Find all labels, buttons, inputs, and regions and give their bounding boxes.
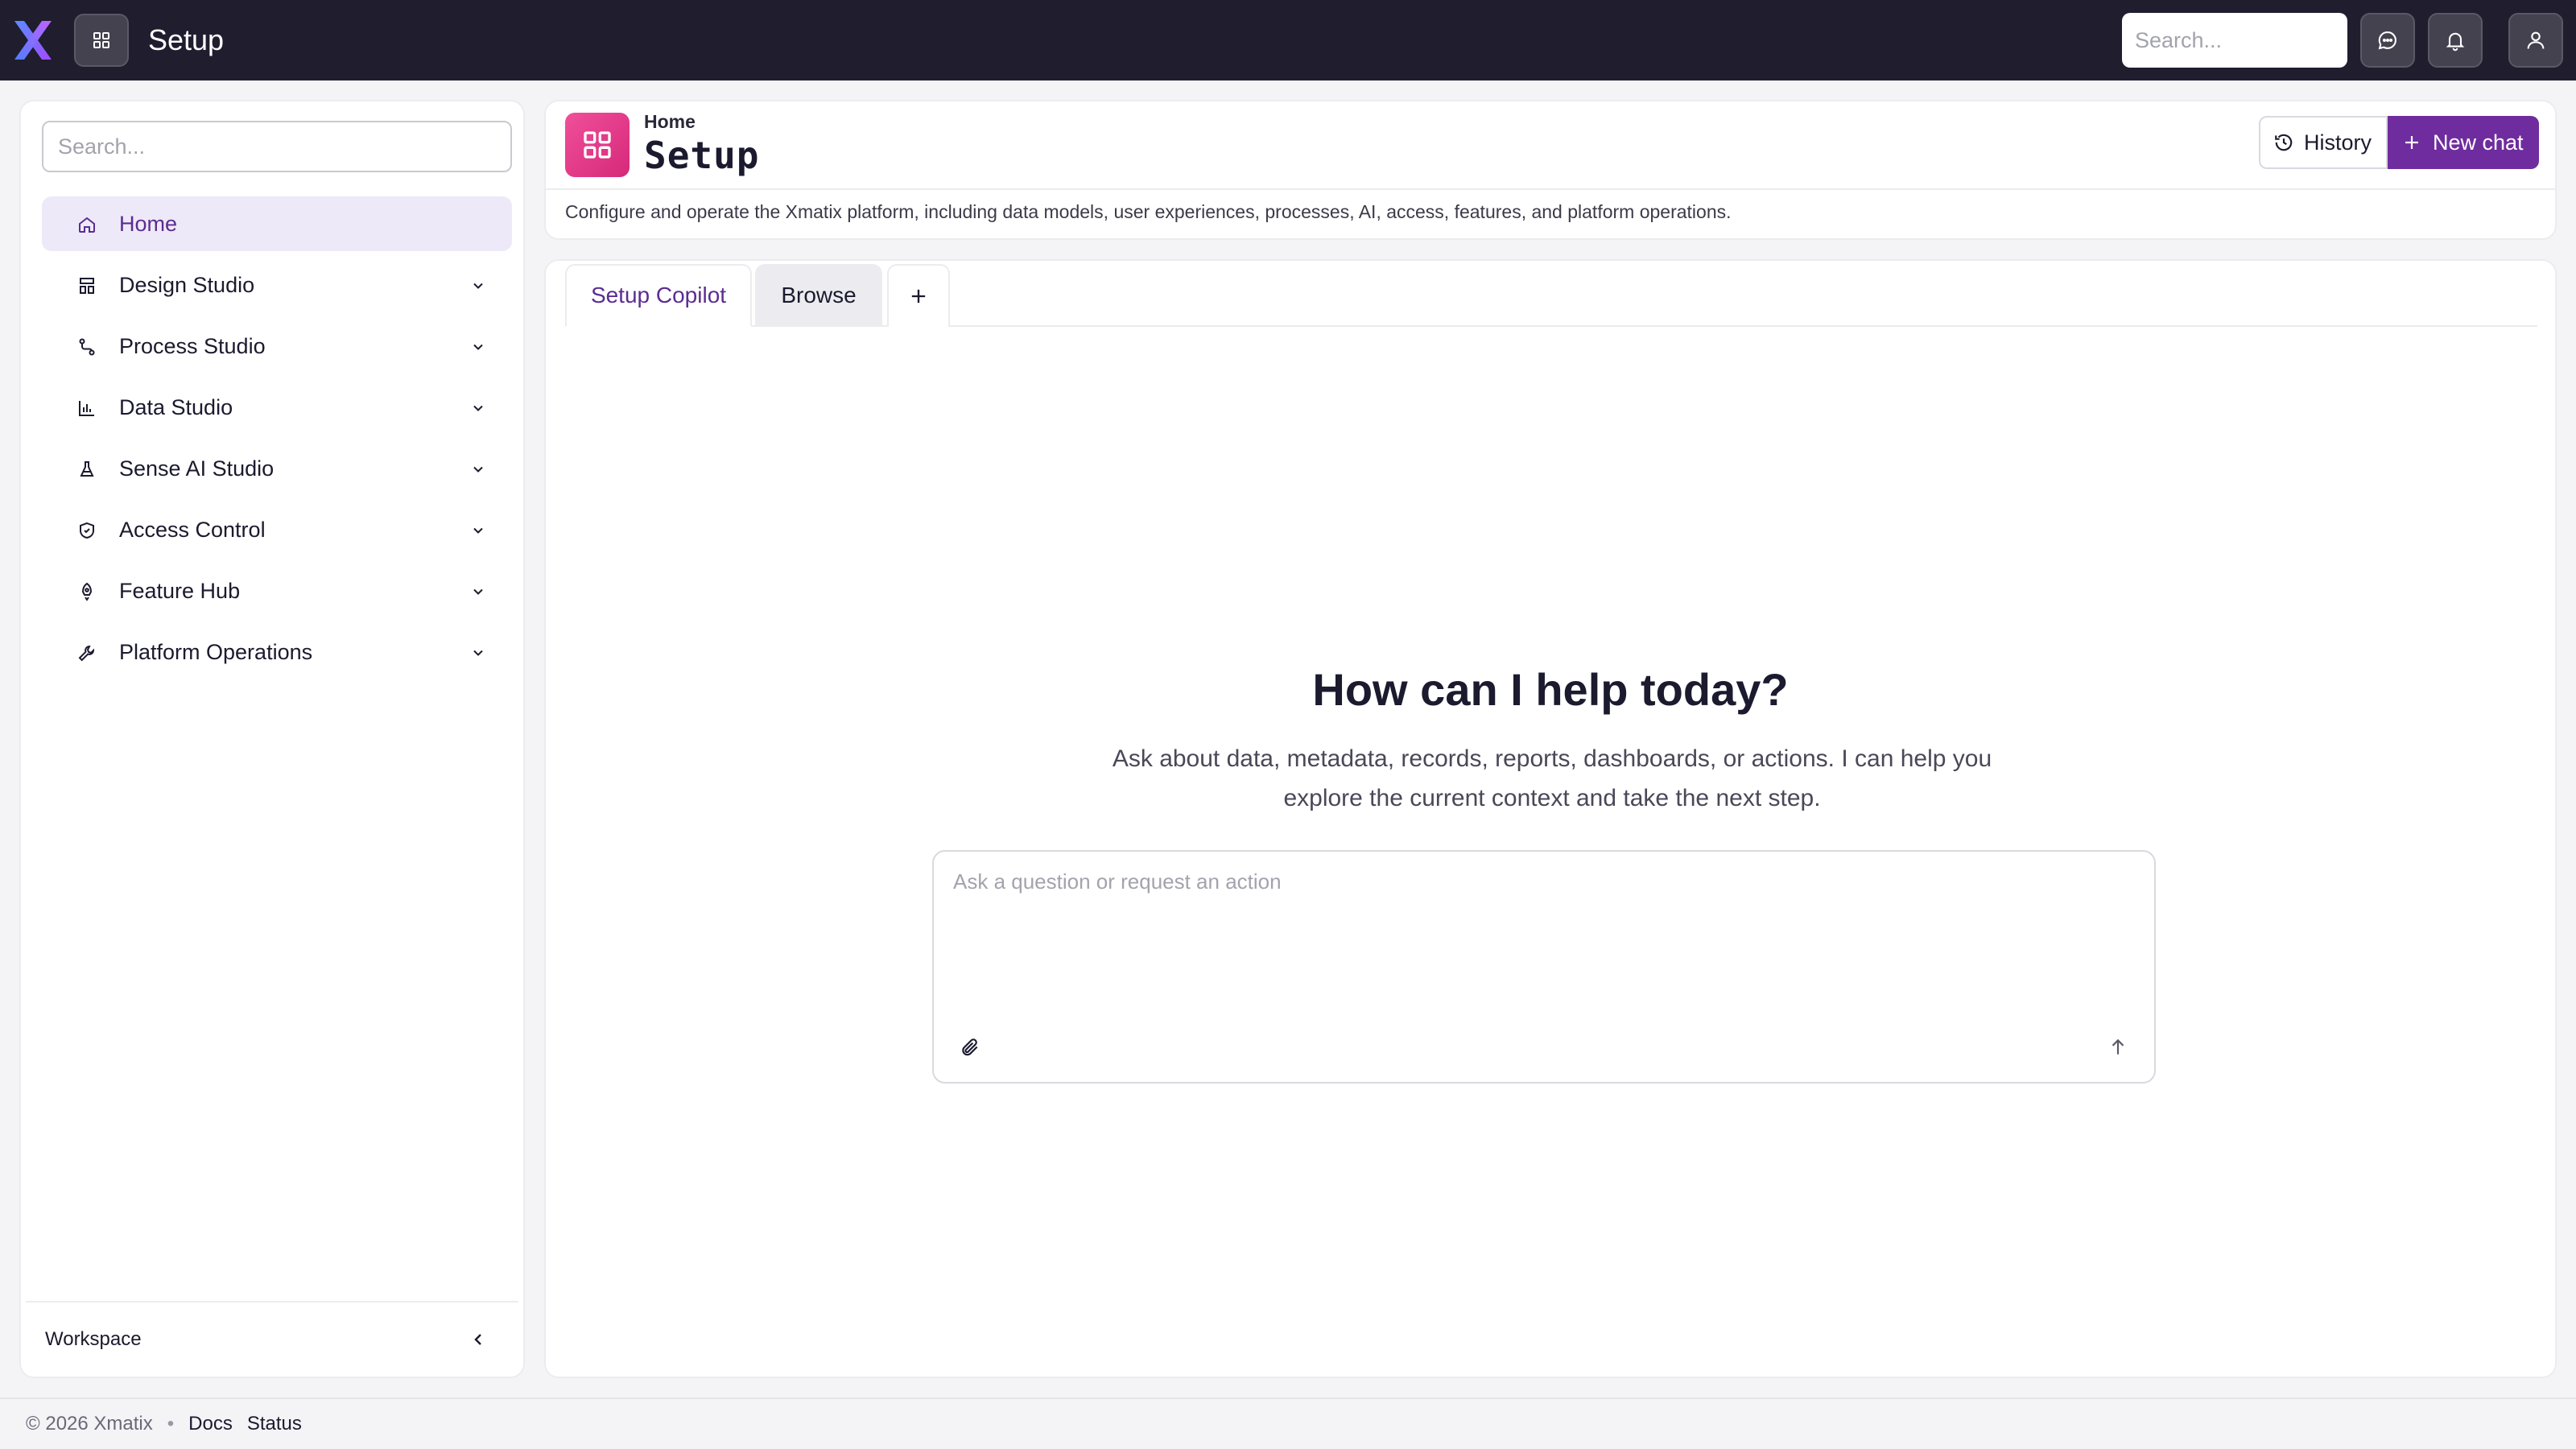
tab-bar: Setup Copilot Browse [565,261,2537,327]
sidebar-item-home[interactable]: Home [42,196,512,251]
sidebar: Home Design Studio Process Studio [19,100,525,1378]
copilot-greeting: How can I help today? [1312,664,1789,715]
global-search-input[interactable] [2122,13,2347,68]
page-description: Configure and operate the Xmatix platfor… [565,201,1732,222]
history-button[interactable]: History [2259,116,2388,169]
chevron-down-icon[interactable] [470,339,486,355]
sidebar-item-feature-hub[interactable]: Feature Hub [42,564,512,618]
chat-composer [932,850,2156,1084]
workspace-label: Workspace [45,1328,142,1350]
bell-icon [2444,29,2467,52]
top-bar: Setup [0,0,2576,80]
sidebar-item-sense-ai-studio[interactable]: Sense AI Studio [42,441,512,496]
profile-button[interactable] [2508,13,2563,68]
bar-chart-icon [77,398,97,418]
page-header: Home Setup History New chat Configure an… [544,100,2557,240]
sidebar-nav: Home Design Studio Process Studio Data S… [42,196,512,686]
shield-icon [77,521,97,540]
process-icon [77,337,97,357]
chevron-down-icon[interactable] [470,400,486,416]
tab-setup-copilot[interactable]: Setup Copilot [565,264,752,327]
new-chat-button[interactable]: New chat [2388,116,2539,169]
history-label: History [2304,130,2372,155]
sidebar-item-design-studio[interactable]: Design Studio [42,258,512,312]
history-icon [2273,132,2294,153]
chevron-down-icon[interactable] [470,584,486,600]
paperclip-icon[interactable] [960,1037,980,1058]
apps-grid-icon [92,31,111,50]
docs-link[interactable]: Docs [188,1413,233,1435]
sidebar-item-label: Design Studio [119,272,255,297]
chevron-down-icon[interactable] [470,278,486,294]
sidebar-item-label: Home [119,211,178,236]
breadcrumb[interactable]: Home [644,111,696,133]
separator-dot: • [167,1413,175,1435]
sidebar-item-access-control[interactable]: Access Control [42,502,512,557]
plus-icon [907,285,930,308]
chevron-down-icon[interactable] [470,645,486,661]
tab-browse[interactable]: Browse [755,264,882,327]
page-footer: © 2026 Xmatix • Docs Status [0,1397,2576,1449]
sidebar-item-label: Process Studio [119,333,266,358]
sidebar-item-label: Feature Hub [119,578,241,603]
status-link[interactable]: Status [247,1413,302,1435]
notifications-button[interactable] [2428,13,2483,68]
apps-menu-button[interactable] [74,14,129,67]
copilot-panel: Setup Copilot Browse How can I help toda… [544,259,2557,1378]
sidebar-item-label: Data Studio [119,394,233,419]
chat-bubble-icon [2376,29,2399,52]
workspace-footer: Workspace [26,1301,518,1377]
wrench-icon [77,643,97,663]
sidebar-item-data-studio[interactable]: Data Studio [42,380,512,435]
home-icon [77,215,97,234]
flask-icon [77,460,97,479]
messages-button[interactable] [2360,13,2415,68]
new-chat-label: New chat [2433,130,2524,155]
rocket-icon [77,582,97,601]
copyright: © 2026 Xmatix [26,1413,153,1435]
page-title: Setup [644,134,760,177]
chat-input[interactable] [953,869,2128,1006]
user-icon [2524,29,2547,52]
page-icon [565,113,630,177]
add-tab-button[interactable] [887,264,950,327]
send-arrow-icon[interactable] [2107,1037,2128,1058]
sidebar-search-input[interactable] [42,121,512,172]
sidebar-item-label: Access Control [119,517,266,542]
plus-icon [2402,133,2421,152]
chevron-down-icon[interactable] [470,522,486,539]
collapse-sidebar-icon[interactable] [469,1330,488,1349]
divider [546,188,2555,190]
design-icon [77,276,97,295]
copilot-subtitle: Ask about data, metadata, records, repor… [1112,745,1992,811]
sidebar-item-label: Sense AI Studio [119,456,275,481]
x-logo[interactable] [11,19,55,61]
sidebar-item-process-studio[interactable]: Process Studio [42,319,512,374]
grid-icon [581,129,613,161]
chevron-down-icon[interactable] [470,461,486,477]
sidebar-item-platform-operations[interactable]: Platform Operations [42,625,512,679]
app-title: Setup [148,23,225,56]
global-search [2122,13,2347,68]
sidebar-item-label: Platform Operations [119,639,313,664]
